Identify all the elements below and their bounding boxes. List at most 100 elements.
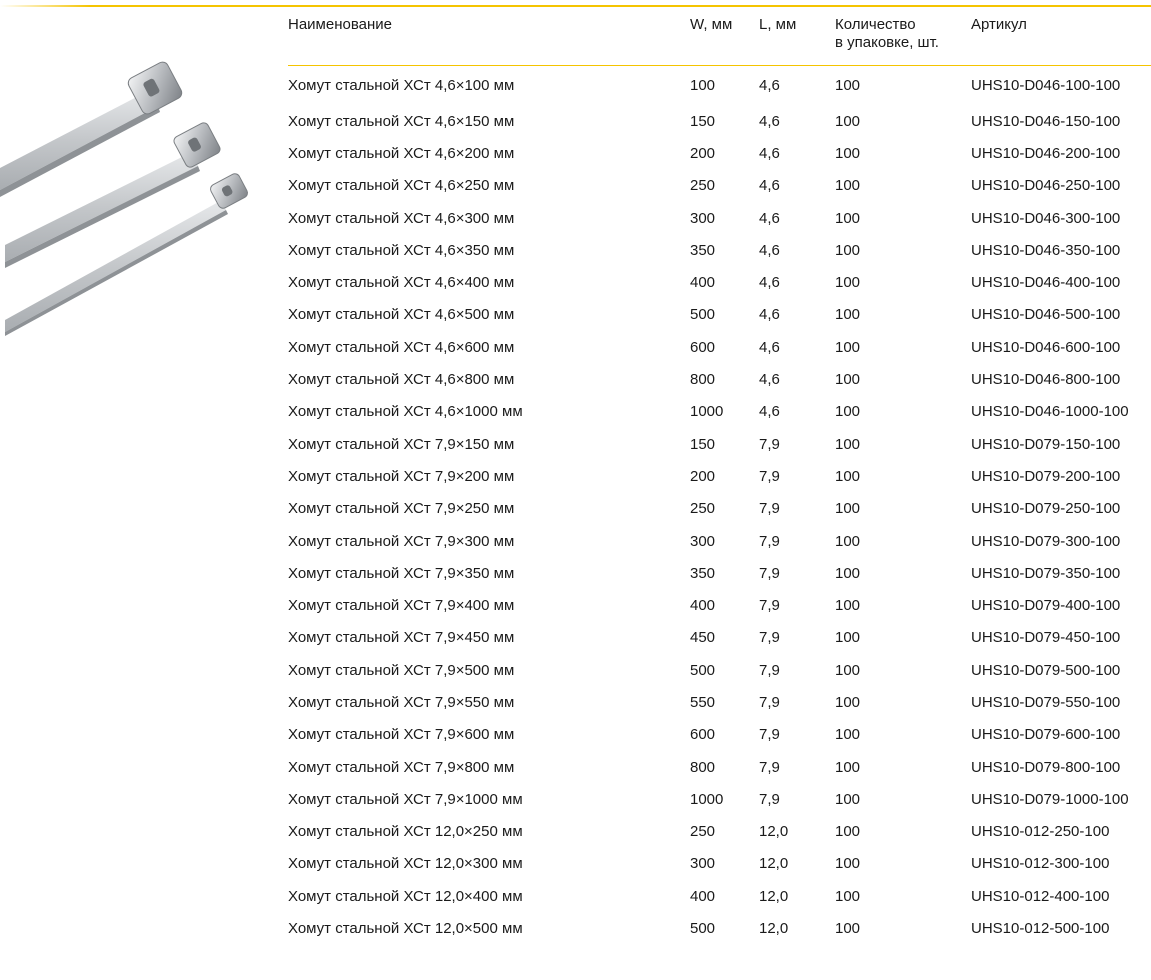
cell-article: UHS10-D079-200-100 [971, 467, 1121, 485]
table-row: Хомут стальной ХСт 12,0×400 мм 400 12,0 100… [288, 881, 1151, 913]
cell-w: 200 [690, 144, 716, 162]
table-row: Хомут стальной ХСт 7,9×350 мм 350 7,9 100 UH… [288, 558, 1151, 590]
cell-qty: 100 [835, 209, 861, 227]
cell-article: UHS10-D046-100-100 [971, 76, 1121, 94]
table-row: Хомут стальной ХСт 7,9×800 мм 800 7,9 100 UH… [288, 751, 1151, 783]
cell-name: Хомут стальной ХСт 4,6×800 мм [288, 371, 515, 389]
cell-name: Хомут стальной ХСт 7,9×150 мм [288, 435, 515, 453]
cell-article: UHS10-D046-800-100 [971, 371, 1121, 389]
cell-name: Хомут стальной ХСт 7,9×500 мм [288, 661, 515, 679]
table-row: Хомут стальной ХСт 7,9×300 мм 300 7,9 100 UH… [288, 525, 1151, 557]
cell-w: 250 [690, 177, 716, 195]
cell-name: Хомут стальной ХСт 12,0×400 мм [288, 887, 523, 905]
cell-l: 7,9 [759, 629, 780, 647]
cell-article: UHS10-D046-250-100 [971, 177, 1121, 195]
product-table: Наименование W, мм L, мм Количество в уп… [288, 13, 1151, 945]
table-row: Хомут стальной ХСт 4,6×600 мм 600 4,6 100 UH… [288, 332, 1151, 364]
cell-name: Хомут стальной ХСт 12,0×300 мм [288, 855, 523, 873]
cell-article: UHS10-D046-300-100 [971, 209, 1121, 227]
cell-l: 7,9 [759, 467, 780, 485]
cell-l: 4,6 [759, 403, 780, 421]
cell-qty: 100 [835, 241, 861, 259]
table-row: Хомут стальной ХСт 12,0×300 мм 300 12,0 100… [288, 848, 1151, 880]
cell-article: UHS10-012-250-100 [971, 823, 1110, 841]
quantity-header-line2: в упаковке, шт. [835, 34, 939, 51]
cell-name: Хомут стальной ХСт 7,9×400 мм [288, 597, 515, 615]
cell-article: UHS10-D046-600-100 [971, 338, 1121, 356]
cell-w: 200 [690, 467, 716, 485]
cell-w: 350 [690, 241, 716, 259]
table-row: Хомут стальной ХСт 4,6×100 мм 100 4,6 100 UH… [288, 65, 1151, 106]
cell-l: 4,6 [759, 209, 780, 227]
cable-tie-medium [5, 122, 221, 268]
cell-qty: 100 [835, 435, 861, 453]
cell-w: 600 [690, 338, 716, 356]
cell-w: 300 [690, 209, 716, 227]
cell-w: 400 [690, 274, 716, 292]
cell-qty: 100 [835, 306, 861, 324]
cell-article: UHS10-D046-350-100 [971, 241, 1121, 259]
cell-w: 500 [690, 661, 716, 679]
cell-name: Хомут стальной ХСт 4,6×300 мм [288, 209, 515, 227]
cell-qty: 100 [835, 693, 861, 711]
cell-qty: 100 [835, 823, 861, 841]
cell-w: 450 [690, 629, 716, 647]
cell-l: 7,9 [759, 790, 780, 808]
cell-article: UHS10-D079-1000-100 [971, 790, 1129, 808]
cell-w: 400 [690, 887, 716, 905]
cell-name: Хомут стальной ХСт 4,6×1000 мм [288, 403, 523, 421]
cell-qty: 100 [835, 403, 861, 421]
cell-qty: 100 [835, 597, 861, 615]
cell-l: 4,6 [759, 371, 780, 389]
cell-article: UHS10-D046-150-100 [971, 112, 1121, 130]
cell-name: Хомут стальной ХСт 7,9×1000 мм [288, 790, 523, 808]
cell-l: 12,0 [759, 855, 789, 873]
table-row: Хомут стальной ХСт 4,6×300 мм 300 4,6 100 UH… [288, 202, 1151, 234]
cell-name: Хомут стальной ХСт 7,9×550 мм [288, 693, 515, 711]
cell-qty: 100 [835, 274, 861, 292]
cell-w: 1000 [690, 403, 724, 421]
cell-name: Хомут стальной ХСт 4,6×150 мм [288, 112, 515, 130]
cell-qty: 100 [835, 855, 861, 873]
cell-w: 500 [690, 306, 716, 324]
cell-l: 7,9 [759, 726, 780, 744]
cell-name: Хомут стальной ХСт 7,9×200 мм [288, 467, 515, 485]
column-header-l: L, мм [759, 13, 835, 66]
cell-qty: 100 [835, 758, 861, 776]
cell-article: UHS10-D046-400-100 [971, 274, 1121, 292]
cell-l: 12,0 [759, 920, 789, 938]
cell-qty: 100 [835, 726, 861, 744]
cell-l: 4,6 [759, 112, 780, 130]
cell-qty: 100 [835, 76, 861, 94]
cell-l: 7,9 [759, 597, 780, 615]
table-header-row: Наименование W, мм L, мм Количество в уп… [288, 13, 1151, 66]
cell-name: Хомут стальной ХСт 12,0×500 мм [288, 920, 523, 938]
cell-qty: 100 [835, 500, 861, 518]
table-row: Хомут стальной ХСт 7,9×1000 мм 1000 7,9 100… [288, 784, 1151, 816]
cell-name: Хомут стальной ХСт 7,9×350 мм [288, 564, 515, 582]
cell-w: 100 [690, 76, 716, 94]
cell-l: 7,9 [759, 758, 780, 776]
cell-w: 300 [690, 855, 716, 873]
cell-w: 600 [690, 726, 716, 744]
cell-name: Хомут стальной ХСт 7,9×300 мм [288, 532, 515, 550]
cell-name: Хомут стальной ХСт 12,0×250 мм [288, 823, 523, 841]
cell-l: 4,6 [759, 306, 780, 324]
table-row: Хомут стальной ХСт 4,6×350 мм 350 4,6 100 UH… [288, 235, 1151, 267]
cell-qty: 100 [835, 629, 861, 647]
cell-l: 7,9 [759, 500, 780, 518]
cell-l: 4,6 [759, 338, 780, 356]
cell-name: Хомут стальной ХСт 4,6×500 мм [288, 306, 515, 324]
cell-name: Хомут стальной ХСт 4,6×400 мм [288, 274, 515, 292]
cell-l: 4,6 [759, 76, 780, 94]
cell-w: 150 [690, 112, 716, 130]
cell-name: Хомут стальной ХСт 7,9×800 мм [288, 758, 515, 776]
table-row: Хомут стальной ХСт 7,9×600 мм 600 7,9 100 UH… [288, 719, 1151, 751]
cell-l: 7,9 [759, 693, 780, 711]
cell-w: 800 [690, 371, 716, 389]
cell-w: 250 [690, 500, 716, 518]
table-row: Хомут стальной ХСт 7,9×200 мм 200 7,9 100 UH… [288, 461, 1151, 493]
cell-article: UHS10-D079-800-100 [971, 758, 1121, 776]
cell-l: 7,9 [759, 564, 780, 582]
cell-article: UHS10-D079-400-100 [971, 597, 1121, 615]
